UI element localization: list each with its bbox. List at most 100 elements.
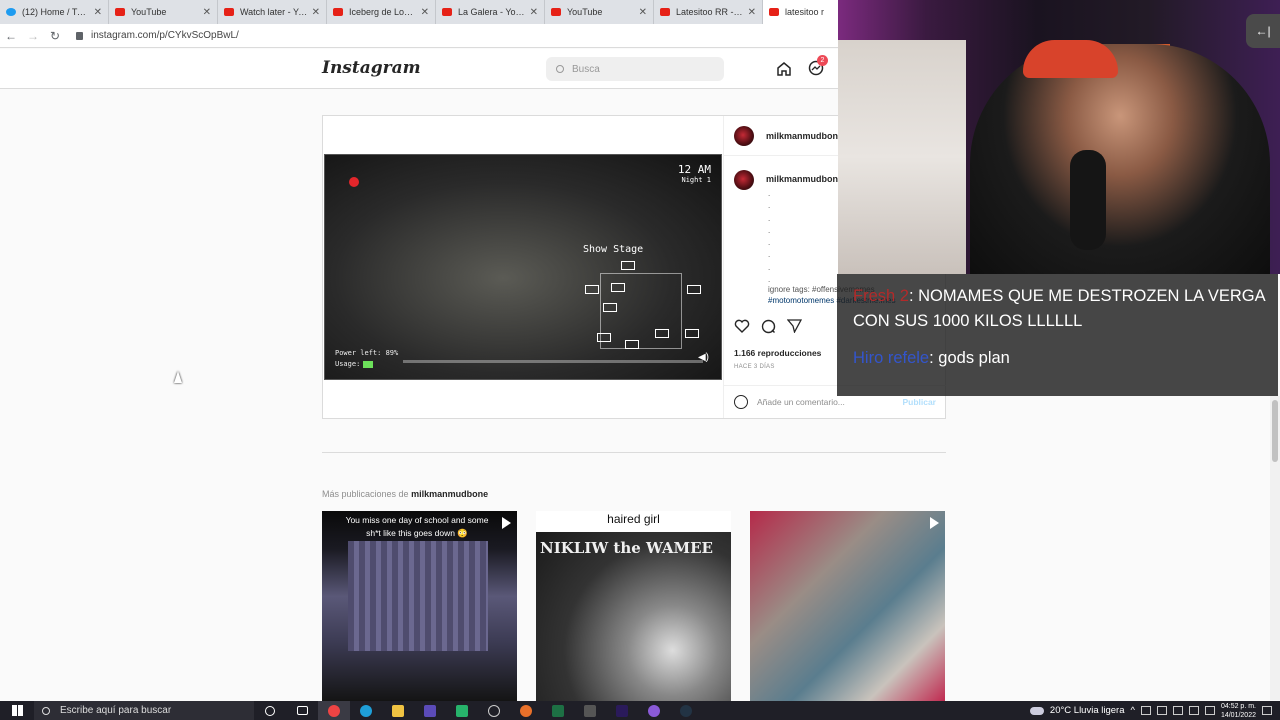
thumbnail-sign-text: NIKLIW the WAMEE [540,539,713,557]
avatar[interactable] [734,170,754,190]
url-field[interactable]: instagram.com/p/CYkvScOpBwL/ [76,30,239,41]
video-progress-bar[interactable] [403,360,703,363]
tab-title: Watch later - YouTube [240,7,308,17]
chat-username: Hiro refele [853,349,930,367]
cortana-icon[interactable] [254,701,286,720]
lock-icon [76,31,83,40]
instagram-logo[interactable]: Instagram [322,58,421,78]
notifications-icon[interactable] [1262,706,1272,715]
more-prefix: Más publicaciones de [322,489,409,499]
close-tab-icon[interactable]: ✕ [94,7,102,18]
more-username[interactable]: milkmanmudbone [411,489,488,499]
tab-title: Iceberg de Lost Media [349,7,417,17]
avatar[interactable] [734,125,754,146]
camera-box [621,261,635,270]
app-icon[interactable] [478,701,510,720]
edge-icon[interactable] [350,701,382,720]
post-thumbnail[interactable]: haired girl NIKLIW the WAMEE [536,511,731,701]
post-video[interactable]: 12 AM Night 1 Show Stage Power left: 89% … [324,154,722,380]
thumbnail-image [348,541,488,651]
like-heart-icon[interactable] [734,319,750,333]
home-icon[interactable] [776,61,792,77]
app-icon[interactable] [414,701,446,720]
power-readout: Power left: 89% [335,349,399,357]
collapse-panel-button[interactable]: ←| [1246,14,1280,48]
clock[interactable]: 04:52 p. m. 14/01/2022 [1221,702,1256,720]
search-icon [556,65,564,73]
close-tab-icon[interactable]: ✕ [421,7,429,18]
close-tab-icon[interactable]: ✕ [312,7,320,18]
chrome-icon[interactable] [318,701,350,720]
youtube-icon [115,8,125,16]
thumbnail-image: NIKLIW the WAMEE [536,532,731,701]
premiere-icon[interactable] [606,701,638,720]
tray-icon[interactable] [1156,706,1167,715]
tab-title: YouTube [567,7,603,17]
volume-icon[interactable] [1204,706,1215,715]
tab-watch-later[interactable]: Watch later - YouTube ✕ [218,0,327,24]
tab-title: Latesitoo RR - YouTube [676,7,744,17]
comment-icon[interactable] [761,319,776,334]
camera-box [687,285,701,294]
network-icon[interactable] [1188,706,1199,715]
chevron-up-icon[interactable]: ^ [1130,705,1134,716]
file-explorer-icon[interactable] [382,701,414,720]
tab-twitter[interactable]: (12) Home / Twitter ✕ [0,0,109,24]
app-icon[interactable] [574,701,606,720]
tab-iceberg[interactable]: Iceberg de Lost Media ✕ [327,0,436,24]
search-placeholder: Busca [572,63,600,75]
close-tab-icon[interactable]: ✕ [748,7,756,18]
tab-youtube-2[interactable]: YouTube ✕ [545,0,654,24]
post-thumbnail[interactable] [750,511,945,701]
page-scrollbar[interactable] [1270,396,1280,700]
camera-label: Show Stage [583,244,644,255]
caption-username[interactable]: milkmanmudbone [766,174,843,190]
usage-label: Usage: [335,360,361,368]
reload-icon[interactable]: ↻ [44,29,66,43]
clock-date: 14/01/2022 [1220,711,1256,719]
taskbar-search[interactable]: Escribe aquí para buscar [34,701,254,720]
excel-icon[interactable] [542,701,574,720]
webcam-streamer [970,44,1270,274]
share-icon[interactable] [787,319,802,333]
scrollbar-thumb[interactable] [1272,400,1278,462]
tab-title: La Galera - YouTube [458,7,526,17]
post-username[interactable]: milkmanmudbone [766,131,843,141]
app-icon[interactable] [638,701,670,720]
webcam-poster [838,40,966,274]
back-arrow-icon[interactable]: ← [0,29,22,43]
stream-chat-overlay: Fresh 2: NOMAMES QUE ME DESTROZEN LA VER… [837,274,1278,396]
chat-message: Hiro refele: gods plan [853,349,1010,367]
app-icon[interactable] [446,701,478,720]
youtube-icon [224,8,234,16]
video-clock: 12 AM Night 1 [678,163,711,184]
video-play-icon [930,517,939,529]
tray-icon[interactable] [1172,706,1183,715]
weather-text[interactable]: 20°C Lluvia ligera [1050,705,1125,716]
usage-readout: Usage: [335,360,374,368]
tab-youtube[interactable]: YouTube ✕ [109,0,218,24]
start-button[interactable] [0,701,34,720]
publish-button[interactable]: Publicar [902,397,936,407]
task-view-icon[interactable] [286,701,318,720]
steam-icon[interactable] [670,701,702,720]
chat-text: gods plan [938,349,1010,367]
close-tab-icon[interactable]: ✕ [203,7,211,18]
system-tray: 20°C Lluvia ligera ^ 04:52 p. m. 14/01/20… [1029,702,1280,720]
view-count: 1.166 reproducciones [734,348,822,358]
chat-username: Fresh 2 [853,287,909,305]
close-tab-icon[interactable]: ✕ [639,7,647,18]
tab-la-galera[interactable]: La Galera - YouTube ✕ [436,0,545,24]
notification-badge: 2 [817,55,828,66]
post-thumbnail[interactable]: You miss one day of school and some sh*t… [322,511,517,701]
emoji-icon[interactable] [734,395,748,409]
comment-input[interactable]: Añade un comentario... [757,397,845,407]
volume-icon[interactable]: ◀) [698,352,709,363]
tray-icon[interactable] [1140,706,1151,715]
app-icon[interactable] [510,701,542,720]
usage-bar [363,360,374,368]
close-tab-icon[interactable]: ✕ [530,7,538,18]
tab-latesitoo[interactable]: Latesitoo RR - YouTube ✕ [654,0,763,24]
forward-arrow-icon[interactable]: → [22,29,44,43]
search-input[interactable]: Busca [546,57,724,81]
